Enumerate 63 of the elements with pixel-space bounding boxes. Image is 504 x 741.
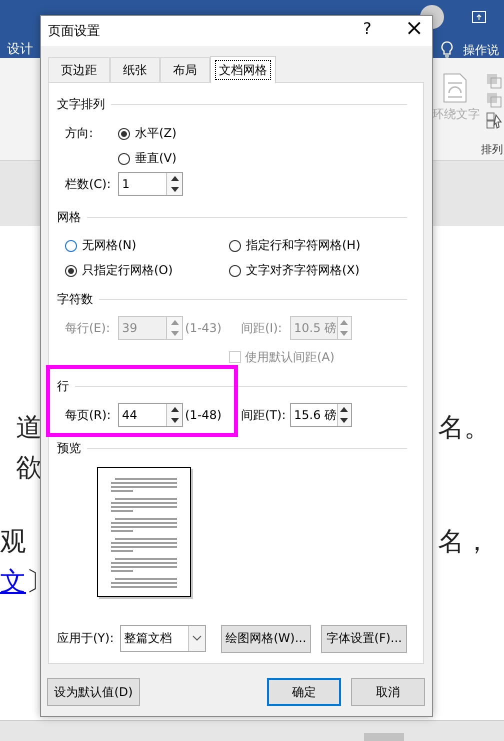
radio-label[interactable]: 文字对齐字符网格(X) (246, 262, 360, 279)
section-title: 网格 (57, 208, 81, 226)
close-button[interactable]: × (399, 16, 430, 41)
radio-button[interactable] (65, 240, 77, 252)
draw-grid-button[interactable]: 绘图网格(W)... (220, 624, 312, 652)
document-text: 名。 (438, 412, 491, 444)
tab[interactable]: 页边距 (48, 57, 110, 82)
radio-label[interactable]: 垂直(V) (135, 150, 177, 167)
up-arrow-icon[interactable] (170, 176, 178, 181)
down-arrow-icon[interactable] (170, 418, 178, 423)
up-arrow-icon[interactable] (170, 407, 178, 412)
scrollbar[interactable] (364, 733, 404, 741)
caret-icon[interactable] (188, 626, 205, 651)
spin-field[interactable]: 1 (118, 172, 183, 196)
radio-button[interactable] (118, 128, 130, 140)
set-default-button[interactable]: 设为默认值(D) (47, 678, 140, 706)
help-button[interactable]: ? (357, 19, 378, 38)
dialog-title: 页面设置 (48, 23, 100, 40)
radio-button[interactable] (229, 240, 241, 252)
field-label: 每页(R): (65, 406, 112, 424)
field-label: 间距(T): (241, 406, 287, 424)
tab[interactable]: 文档网格 (210, 56, 276, 83)
down-arrow-icon[interactable] (170, 187, 178, 192)
tab[interactable]: 布局 (160, 57, 210, 82)
tell-me-label[interactable]: 操作说 (463, 42, 499, 59)
cancel-button[interactable]: 取消 (351, 678, 425, 706)
down-arrow-icon[interactable] (340, 418, 348, 423)
arrange-label[interactable]: 排列 (481, 142, 503, 157)
radio-label[interactable]: 指定行和字符网格(H) (246, 237, 360, 254)
radio-label[interactable]: 只指定行网格(O) (82, 262, 173, 279)
radio-button[interactable] (229, 264, 241, 276)
spin-field[interactable]: 44 (118, 403, 183, 427)
arrange-icon[interactable] (486, 73, 502, 129)
ribbon-tab[interactable]: 设计 (7, 40, 33, 58)
document-link[interactable]: 文 (0, 564, 26, 598)
window-icon[interactable] (472, 11, 486, 23)
range-text: (1-43) (185, 321, 223, 335)
section-title: 字符数 (57, 290, 93, 308)
document-text: 道 (16, 412, 42, 444)
tab[interactable]: 纸张 (110, 57, 160, 82)
field-label: 方向: (65, 125, 94, 142)
range-text: (1-48) (185, 408, 223, 422)
document-text: 观 (0, 526, 26, 558)
up-arrow-icon[interactable] (340, 407, 348, 412)
section-title: 行 (57, 378, 69, 394)
field-label: 每行(E): (65, 320, 111, 336)
apply-to-dropdown[interactable]: 整篇文档 (120, 625, 206, 652)
lightbulb-icon[interactable] (441, 41, 453, 59)
section-title: 预览 (57, 440, 81, 456)
field-label: 应用于(Y): (57, 630, 115, 647)
radio-button[interactable] (65, 264, 77, 276)
ok-button[interactable]: 确定 (267, 678, 341, 706)
field-label: 间距(I): (241, 320, 283, 336)
radio-button[interactable] (118, 152, 130, 164)
document-text: 欲 (16, 452, 42, 484)
document-text: 名， (438, 526, 491, 558)
font-settings-button[interactable]: 字体设置(F)... (321, 624, 407, 652)
radio-label[interactable]: 水平(Z) (135, 125, 177, 142)
field-label: 栏数(C): (65, 176, 112, 192)
radio-label[interactable]: 无网格(N) (82, 237, 136, 254)
section-title: 文字排列 (57, 96, 105, 112)
spin-field[interactable]: 15.6 磅 (290, 403, 352, 427)
document-text: 〕 (26, 566, 52, 598)
